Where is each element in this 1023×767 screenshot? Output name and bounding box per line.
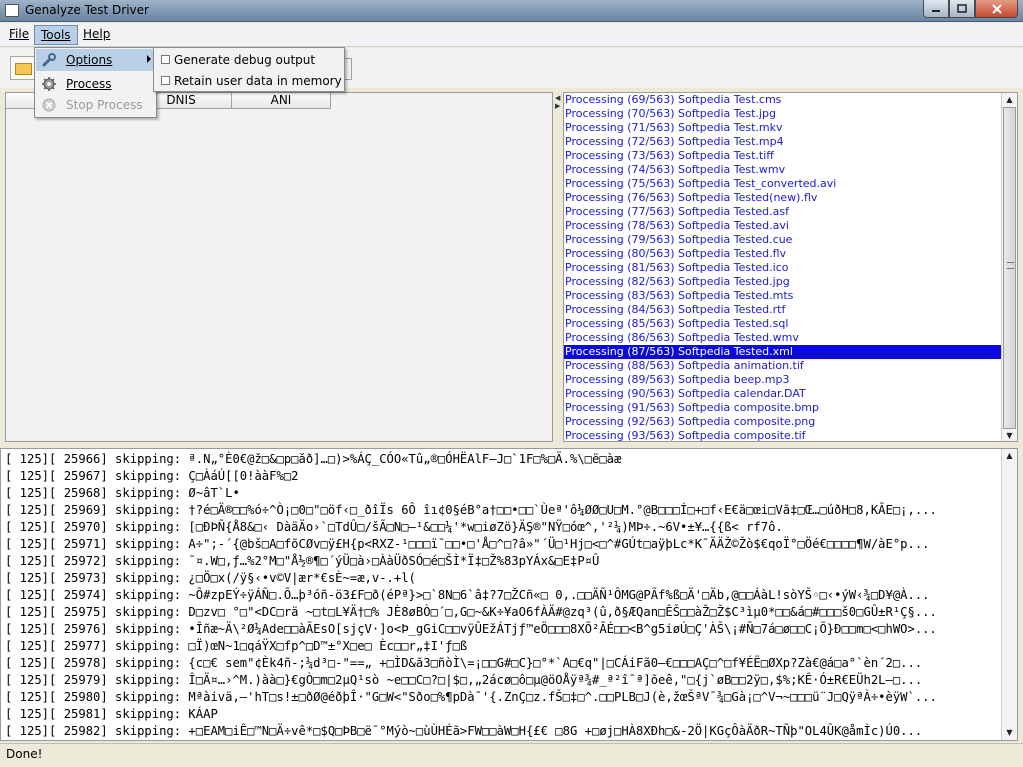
- option-generate-debug-output[interactable]: Generate debug output: [155, 50, 343, 70]
- log-line[interactable]: [ 125][ 25968] skipping: Ø~âT`L•: [1, 485, 1002, 502]
- list-item[interactable]: Processing (83/563) Softpedia Tested.mts: [564, 289, 1002, 303]
- options-submenu: Generate debug output Retain user data i…: [153, 47, 345, 92]
- list-item[interactable]: Processing (75/563) Softpedia Test_conve…: [564, 177, 1002, 191]
- close-button[interactable]: [975, 0, 1018, 18]
- menu-help[interactable]: Help: [77, 25, 116, 45]
- log-pane[interactable]: [ 125][ 25966] skipping: ª.N„°È0€@ž□&□p□…: [0, 448, 1018, 741]
- grip-icon: [1007, 262, 1014, 269]
- status-bar: Done!: [0, 743, 1023, 767]
- log-line[interactable]: [ 125][ 25971] skipping: A÷";-´{@bš□A□fõ…: [1, 536, 1002, 553]
- list-item[interactable]: Processing (73/563) Softpedia Test.tiff: [564, 149, 1002, 163]
- log-scrollbar[interactable]: ▲ ▼: [1001, 449, 1017, 740]
- log-line[interactable]: [ 125][ 25976] skipping: •Îñæ~Ä\²Ø¼Ade□□…: [1, 621, 1002, 638]
- log-line[interactable]: [ 125][ 25970] skipping: [□ÐÞÑ{Å8&□‹ Dàä…: [1, 519, 1002, 536]
- processing-list[interactable]: Processing (69/563) Softpedia Test.cms Pr…: [564, 93, 1002, 441]
- scroll-thumb[interactable]: [1003, 107, 1016, 429]
- log-line[interactable]: [ 125][ 25966] skipping: ª.N„°È0€@ž□&□p□…: [1, 451, 1002, 468]
- list-item[interactable]: Processing (69/563) Softpedia Test.cms: [564, 93, 1002, 107]
- wrench-icon: [42, 53, 56, 67]
- list-item[interactable]: Processing (89/563) Softpedia beep.mp3: [564, 373, 1002, 387]
- menu-item-process[interactable]: Process: [36, 73, 156, 95]
- log-line[interactable]: [ 125][ 25980] skipping: Mªàivä,–'hT□s!±…: [1, 689, 1002, 706]
- log-line[interactable]: [ 125][ 25981] skipping: KÁAP: [1, 706, 1002, 723]
- title-bar: Genalyze Test Driver: [0, 0, 1023, 22]
- log-line[interactable]: [ 125][ 25975] skipping: D□zv□ °□"<DC□rä…: [1, 604, 1002, 621]
- split-pane-divider[interactable]: ◀ ▶: [554, 92, 562, 442]
- column-header-ani[interactable]: ANI: [232, 93, 331, 109]
- minimize-button[interactable]: [923, 0, 949, 18]
- list-item[interactable]: Processing (84/563) Softpedia Tested.rtf: [564, 303, 1002, 317]
- data-table[interactable]: DNIS ANI: [5, 92, 553, 442]
- collapse-left-icon[interactable]: ◀: [555, 94, 560, 102]
- log-line[interactable]: [ 125][ 25972] skipping: ¯¤.W□,ƒ…%2°M□"Å…: [1, 553, 1002, 570]
- menu-tools-label: Tools: [41, 28, 71, 42]
- gear-icon: [42, 77, 56, 91]
- list-item[interactable]: Processing (91/563) Softpedia composite.…: [564, 401, 1002, 415]
- list-item[interactable]: Processing (81/563) Softpedia Tested.ico: [564, 261, 1002, 275]
- option-retain-user-data-label: Retain user data in memory: [174, 74, 342, 88]
- log-list[interactable]: [ 125][ 25966] skipping: ª.N„°È0€@ž□&□p□…: [1, 451, 1002, 740]
- list-item[interactable]: Processing (71/563) Softpedia Test.mkv: [564, 121, 1002, 135]
- list-item[interactable]: Processing (82/563) Softpedia Tested.jpg: [564, 275, 1002, 289]
- list-item[interactable]: Processing (79/563) Softpedia Tested.cue: [564, 233, 1002, 247]
- window-controls: [923, 0, 1018, 19]
- list-item[interactable]: Processing (70/563) Softpedia Test.jpg: [564, 107, 1002, 121]
- list-item[interactable]: Processing (86/563) Softpedia Tested.wmv: [564, 331, 1002, 345]
- list-item[interactable]: Processing (93/563) Softpedia composite.…: [564, 429, 1002, 441]
- checkbox-icon[interactable]: [161, 55, 170, 64]
- checkbox-icon[interactable]: [161, 76, 170, 85]
- list-item[interactable]: Processing (88/563) Softpedia animation.…: [564, 359, 1002, 373]
- submenu-arrow-icon: [147, 55, 151, 63]
- window-title: Genalyze Test Driver: [25, 3, 149, 17]
- list-item[interactable]: Processing (85/563) Softpedia Tested.sql: [564, 317, 1002, 331]
- menu-item-process-label: Process: [66, 77, 112, 91]
- maximize-button[interactable]: [949, 0, 975, 18]
- log-line[interactable]: [ 125][ 25978] skipping: {c□€ sem"¢Èk4ñ-…: [1, 655, 1002, 672]
- close-icon: [991, 3, 1002, 14]
- status-text: Done!: [6, 747, 43, 761]
- menu-file[interactable]: File: [3, 25, 35, 45]
- menu-tools[interactable]: Tools: [34, 25, 78, 45]
- menu-help-label: Help: [83, 27, 111, 41]
- list-item[interactable]: Processing (72/563) Softpedia Test.mp4: [564, 135, 1002, 149]
- log-line[interactable]: [ 125][ 25974] skipping: ~Õ#zpEÝ÷ÿÁÑ□.Õ……: [1, 587, 1002, 604]
- scroll-down-icon[interactable]: ▼: [1002, 429, 1017, 441]
- list-item[interactable]: Processing (76/563) Softpedia Tested(new…: [564, 191, 1002, 205]
- log-line[interactable]: [ 125][ 25967] skipping: Ç□ÀáÚ[[0!ààF%□2: [1, 468, 1002, 485]
- menu-item-options[interactable]: Options: [36, 49, 156, 71]
- maximize-icon: [957, 3, 967, 13]
- list-item[interactable]: Processing (80/563) Softpedia Tested.flv: [564, 247, 1002, 261]
- menu-item-stop-process: Stop Process: [36, 94, 156, 116]
- menu-item-stop-process-label: Stop Process: [66, 98, 143, 112]
- log-line[interactable]: [ 125][ 25969] skipping: †?é□Ä®□□%ó÷^Ò¡□…: [1, 502, 1002, 519]
- tools-menu: Options Process Stop Process: [34, 47, 157, 118]
- stop-icon: [42, 98, 56, 112]
- list-item[interactable]: Processing (90/563) Softpedia calendar.D…: [564, 387, 1002, 401]
- processing-list-pane[interactable]: Processing (69/563) Softpedia Test.cms Pr…: [563, 92, 1018, 442]
- processing-list-scrollbar[interactable]: ▲ ▼: [1001, 93, 1017, 441]
- minimize-icon: [932, 9, 940, 12]
- log-line[interactable]: [ 125][ 25977] skipping: □Ï)œN~1□qáŸX□fp…: [1, 638, 1002, 655]
- log-line[interactable]: [ 125][ 25973] skipping: ¿□Ö□x(/ÿ§‹•v©V|…: [1, 570, 1002, 587]
- app-icon: [5, 4, 19, 17]
- menu-file-label: File: [9, 27, 30, 41]
- list-item[interactable]: Processing (74/563) Softpedia Test.wmv: [564, 163, 1002, 177]
- list-item[interactable]: Processing (92/563) Softpedia composite.…: [564, 415, 1002, 429]
- scroll-up-icon[interactable]: ▲: [1002, 93, 1017, 107]
- collapse-right-icon[interactable]: ▶: [555, 102, 560, 110]
- log-scroll-up-icon[interactable]: ▲: [1002, 449, 1017, 463]
- list-item[interactable]: Processing (87/563) Softpedia Tested.xml: [564, 345, 1002, 359]
- option-generate-debug-output-label: Generate debug output: [174, 53, 316, 67]
- log-line[interactable]: [ 125][ 25982] skipping: +□EAM□iÊ□™N□Ä÷v…: [1, 723, 1002, 740]
- menu-item-options-label: Options: [66, 53, 113, 67]
- folder-icon: [15, 63, 32, 75]
- menu-bar: File Tools Help: [0, 23, 1023, 47]
- log-scroll-down-icon[interactable]: ▼: [1002, 726, 1017, 740]
- open-folder-button[interactable]: [10, 56, 36, 80]
- list-item[interactable]: Processing (77/563) Softpedia Tested.asf: [564, 205, 1002, 219]
- log-line[interactable]: [ 125][ 25979] skipping: Î□Ä¤…›^M.)àà□}€…: [1, 672, 1002, 689]
- option-retain-user-data[interactable]: Retain user data in memory: [155, 71, 343, 91]
- list-item[interactable]: Processing (78/563) Softpedia Tested.avi: [564, 219, 1002, 233]
